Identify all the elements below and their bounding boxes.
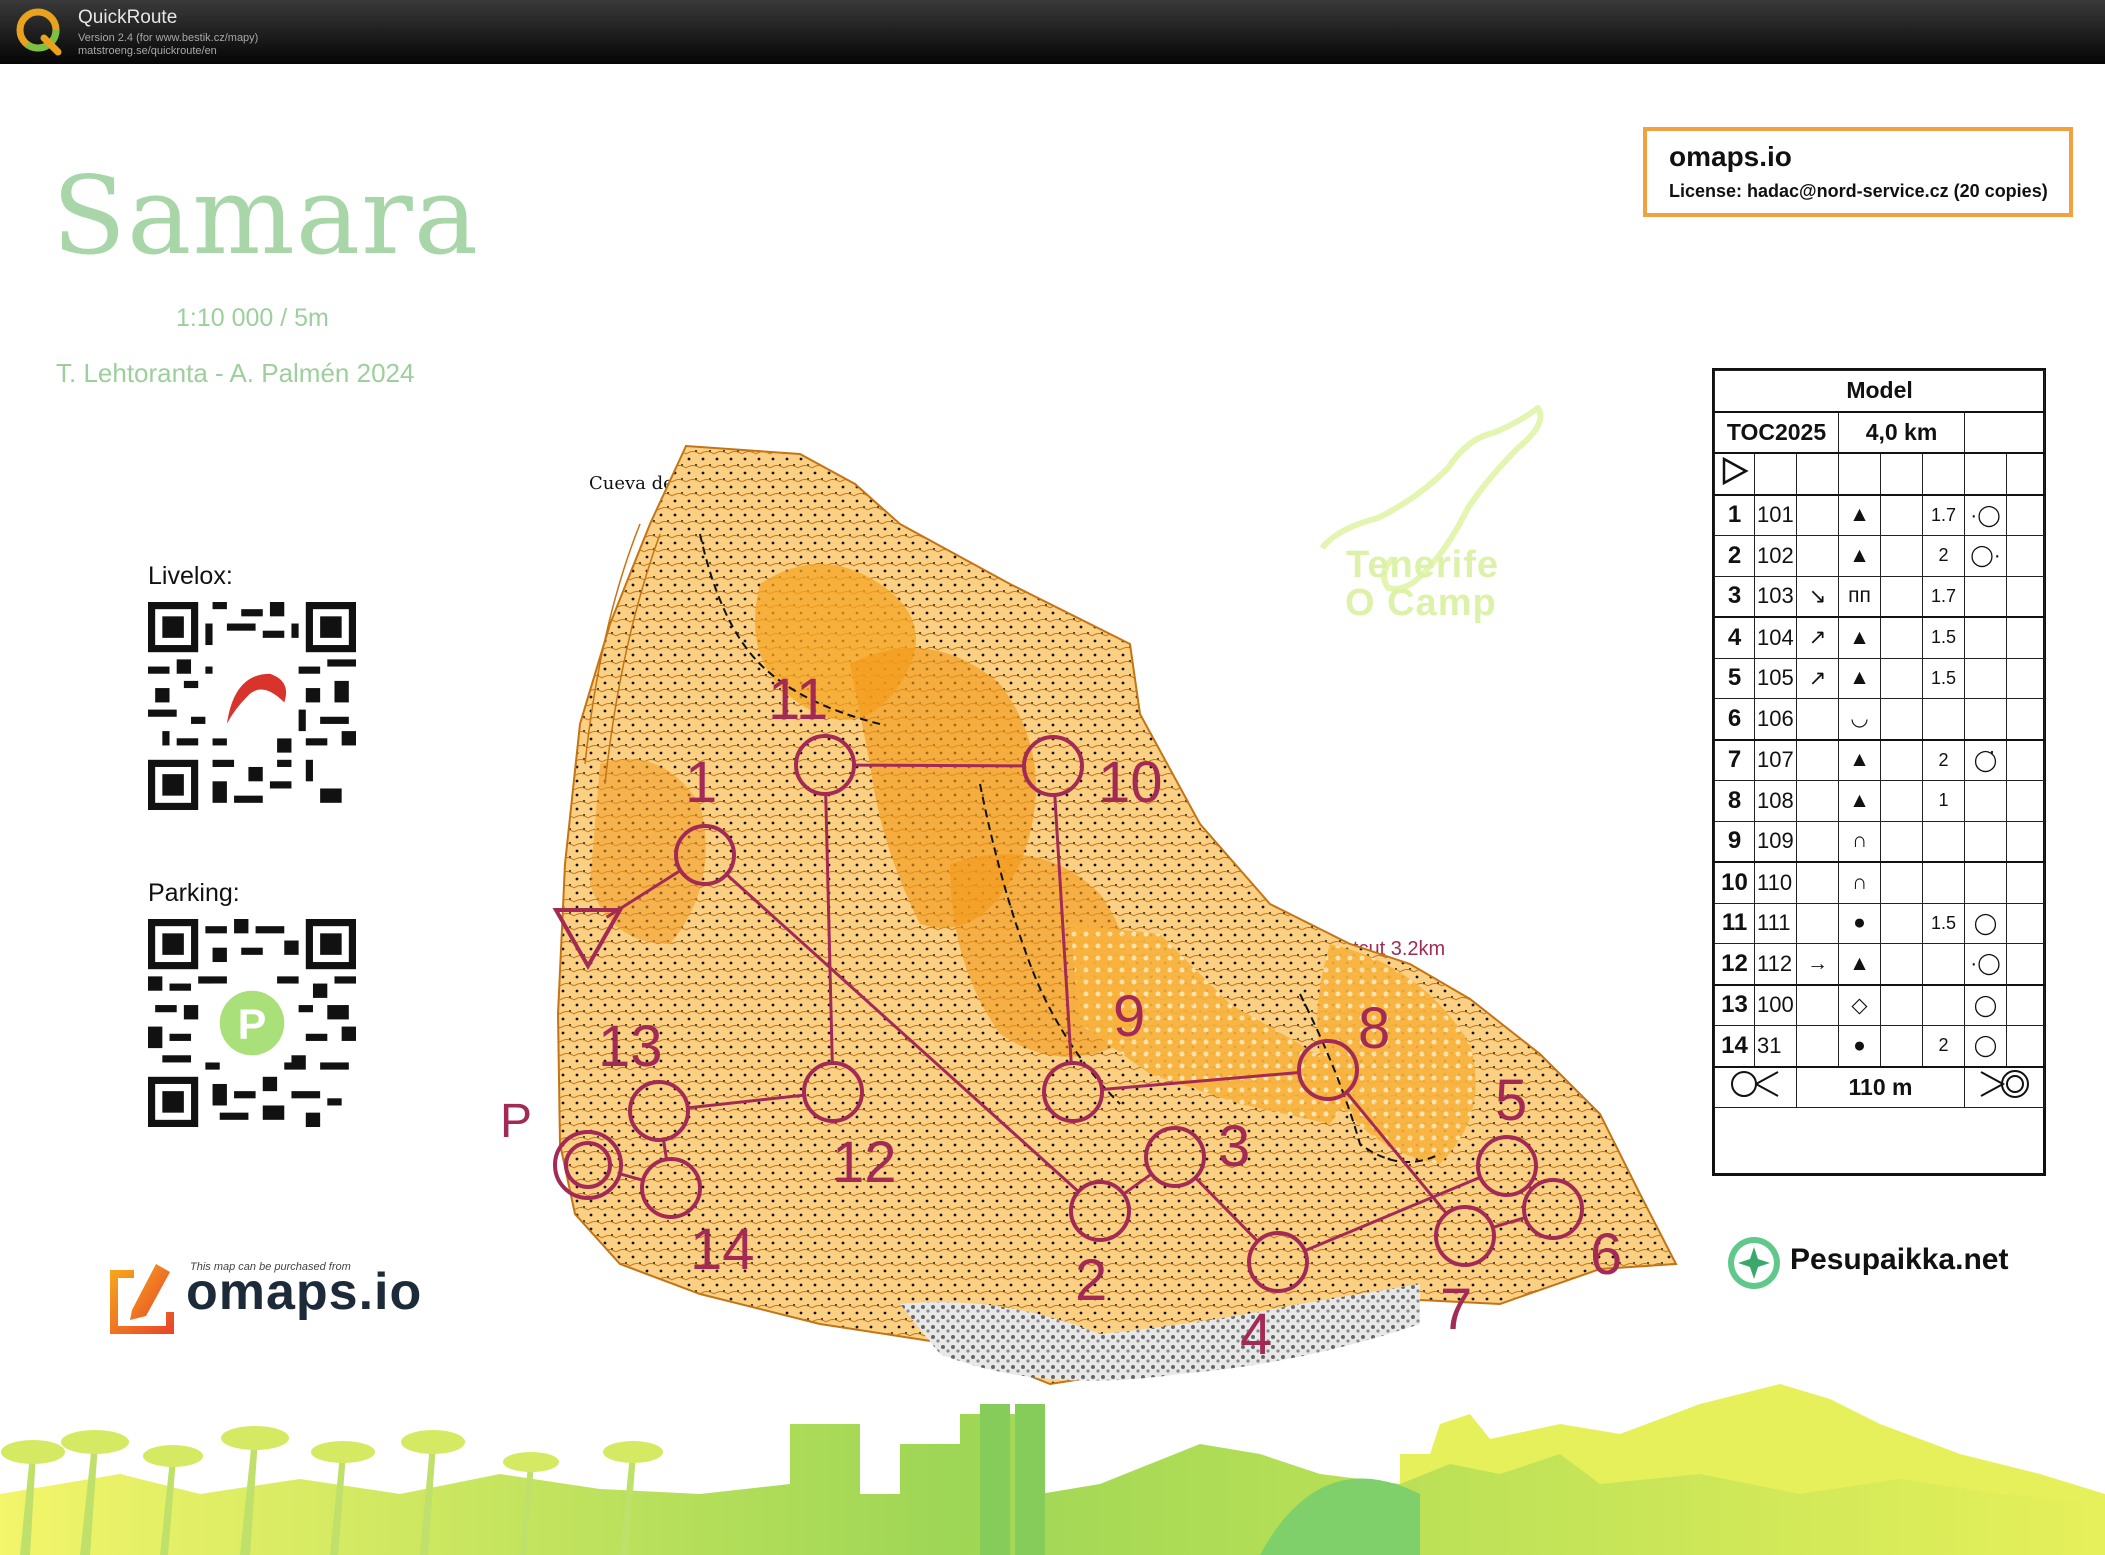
map-sheet: Samara 1:10 000 / 5m T. Lehtoranta - A. … bbox=[0, 64, 2105, 1555]
control-label: 7 bbox=[1440, 1277, 1472, 1342]
course-leg bbox=[853, 763, 1025, 768]
control-label: 11 bbox=[768, 667, 828, 732]
control-label: 12 bbox=[832, 1130, 897, 1195]
app-site: matstroeng.se/quickroute/en bbox=[78, 45, 217, 57]
control-label: 4 bbox=[1240, 1302, 1272, 1367]
control-label: 8 bbox=[1358, 996, 1390, 1061]
control-label: 6 bbox=[1590, 1222, 1622, 1287]
app-version: Version 2.4 (for www.bestik.cz/mapy) bbox=[78, 32, 259, 44]
control-label: 9 bbox=[1113, 984, 1145, 1049]
window-titlebar: QuickRoute Version 2.4 (for www.bestik.c… bbox=[0, 0, 2105, 64]
control-label: 13 bbox=[598, 1014, 663, 1079]
quickroute-logo-icon bbox=[16, 8, 62, 56]
control-label: 1 bbox=[685, 750, 717, 815]
control-label: 3 bbox=[1218, 1114, 1250, 1179]
parking-symbol: P bbox=[500, 1095, 532, 1148]
control-label: 2 bbox=[1075, 1248, 1107, 1313]
orienteering-map[interactable]: P 1234567891011121314 bbox=[0, 64, 2105, 1555]
app-name: QuickRoute bbox=[78, 7, 178, 28]
control-label: 14 bbox=[690, 1217, 755, 1282]
control-label: 10 bbox=[1098, 750, 1163, 815]
control-label: 5 bbox=[1495, 1068, 1527, 1133]
